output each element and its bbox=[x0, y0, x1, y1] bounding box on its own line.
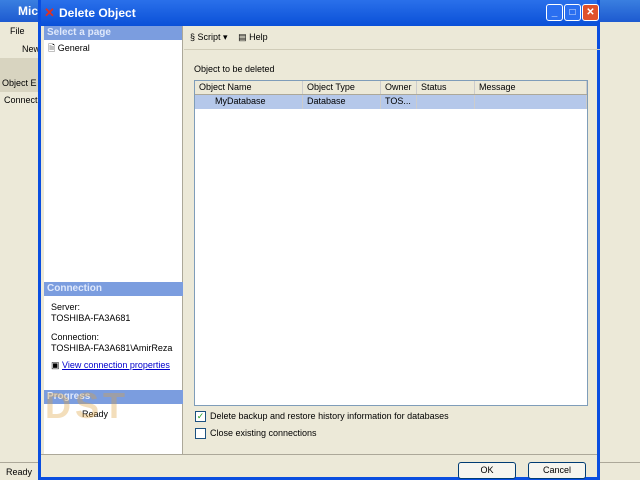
checkbox-unchecked bbox=[195, 428, 206, 440]
objects-grid: Object Name Object Type Owner Status Mes… bbox=[194, 80, 588, 406]
close-connections-checkbox[interactable]: Close existing connections bbox=[195, 428, 317, 440]
help-icon: ▤ bbox=[238, 32, 247, 42]
column-header[interactable]: Message bbox=[475, 81, 587, 94]
close-button[interactable]: ✕ bbox=[582, 4, 599, 21]
help-button[interactable]: ▤ Help bbox=[238, 32, 268, 42]
background-object-explorer: File New Object E Connect bbox=[0, 22, 40, 462]
help-label: Help bbox=[249, 32, 268, 42]
page-icon: 🗎 bbox=[48, 43, 56, 53]
server-value: TOSHIBA-FA3A681 bbox=[51, 313, 131, 323]
delete-history-checkbox[interactable]: ✓ Delete backup and restore history infor… bbox=[195, 411, 449, 423]
background-right-pane bbox=[600, 22, 640, 462]
cell: Database bbox=[303, 95, 381, 109]
cell bbox=[475, 95, 587, 109]
connection-properties-icon: ▣ bbox=[51, 360, 60, 370]
server-label: Server: bbox=[51, 302, 81, 312]
dialog-title-bar: ✕ Delete Object _ □ ✕ bbox=[41, 0, 599, 26]
ok-button[interactable]: OK bbox=[458, 462, 516, 479]
cell: TOS... bbox=[381, 95, 417, 109]
delete-icon: ✕ bbox=[44, 5, 55, 20]
maximize-button[interactable]: □ bbox=[564, 4, 581, 21]
checkbox-checked: ✓ bbox=[195, 411, 206, 423]
view-connection-properties-link[interactable]: View connection properties bbox=[62, 360, 170, 370]
script-icon: § bbox=[190, 32, 196, 42]
watermark-logo: DST bbox=[45, 385, 129, 426]
group-label: Object to be deleted bbox=[194, 64, 275, 74]
column-header[interactable]: Status bbox=[417, 81, 475, 94]
page-item-general[interactable]: 🗎 General bbox=[44, 40, 182, 58]
table-row[interactable]: MyDatabase Database TOS... bbox=[195, 95, 587, 109]
option-label: Close existing connections bbox=[210, 428, 317, 438]
menu-file[interactable]: File bbox=[0, 22, 40, 40]
select-page-header: Select a page bbox=[44, 26, 182, 40]
object-explorer-header: Object E bbox=[0, 58, 40, 92]
column-header[interactable]: Owner bbox=[381, 81, 417, 94]
script-label: Script bbox=[197, 32, 221, 42]
connection-header: Connection bbox=[44, 282, 183, 296]
page-label: General bbox=[57, 43, 90, 53]
connection-label: Connection: bbox=[51, 332, 100, 342]
column-header[interactable]: Object Name bbox=[195, 81, 303, 94]
connect-button[interactable]: Connect bbox=[0, 92, 40, 108]
minimize-button[interactable]: _ bbox=[546, 4, 563, 21]
dialog-title: Delete Object bbox=[59, 6, 136, 20]
cell bbox=[417, 95, 475, 109]
column-header[interactable]: Object Type bbox=[303, 81, 381, 94]
script-button[interactable]: § Script ▾ bbox=[190, 32, 228, 42]
option-label: Delete backup and restore history inform… bbox=[210, 411, 449, 421]
cancel-button[interactable]: Cancel bbox=[528, 462, 586, 479]
cell: MyDatabase bbox=[195, 95, 303, 109]
connection-value: TOSHIBA-FA3A681\AmirReza bbox=[51, 343, 173, 353]
